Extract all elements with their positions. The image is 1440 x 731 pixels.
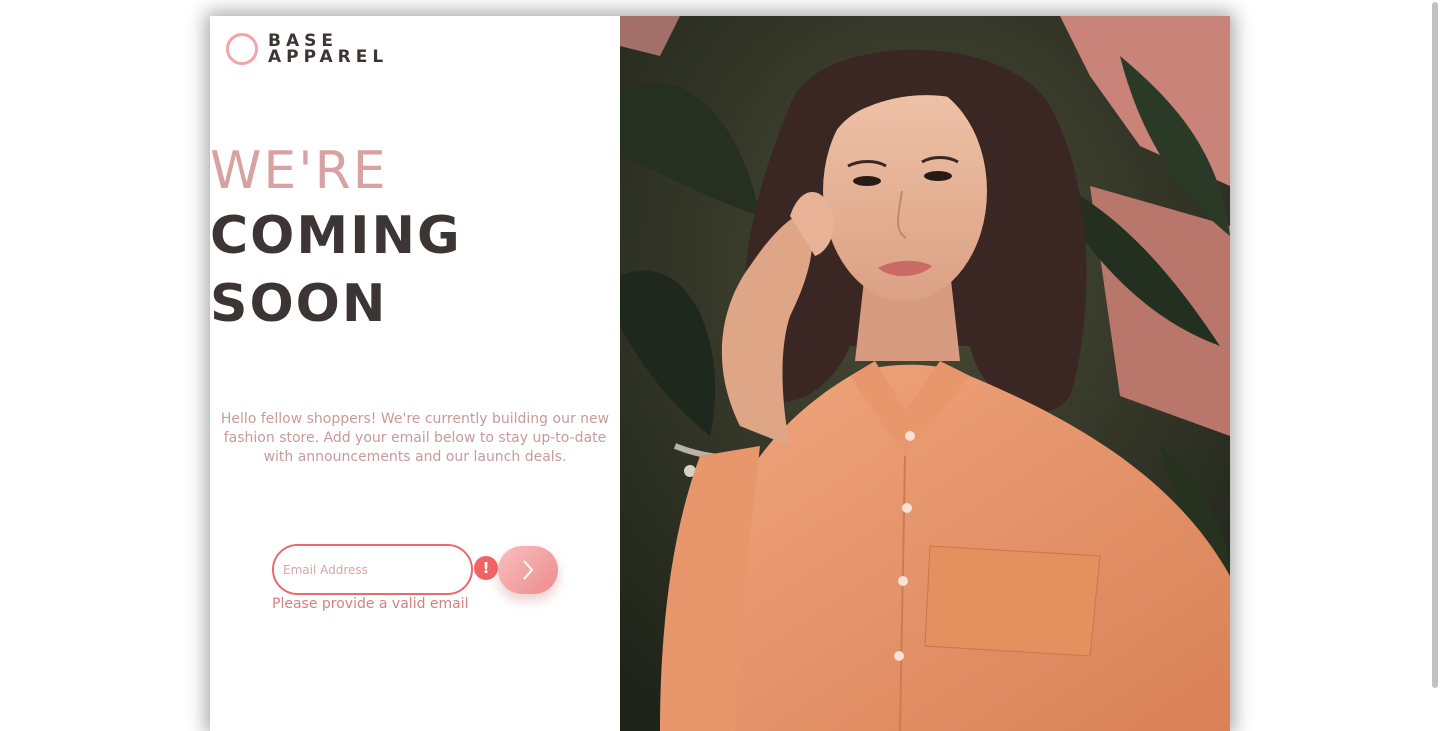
description: Hello fellow shoppers! We're currently b…: [220, 411, 610, 465]
headline-bold-line1: COMING: [210, 206, 462, 266]
headline-light: WE'RE: [210, 141, 388, 201]
email-signup-form: ! Please provide a valid email: [272, 544, 562, 624]
email-input[interactable]: [272, 544, 473, 595]
brand-name-line2: APPAREL: [268, 47, 389, 67]
error-icon: !: [474, 556, 498, 580]
error-message: Please provide a valid email: [272, 596, 469, 612]
headline-bold-line2: SOON: [210, 274, 388, 334]
logo-ring-icon: [226, 33, 258, 65]
page-scrollbar[interactable]: [1432, 2, 1438, 688]
hero-image: [620, 16, 1230, 731]
page-headline: WE'RE COMING SOON: [210, 140, 462, 338]
submit-button[interactable]: [498, 546, 558, 594]
brand-name: BASE APPAREL: [268, 33, 389, 67]
hero-photo: [620, 16, 1230, 731]
brand-logo[interactable]: BASE APPAREL: [226, 32, 388, 66]
chevron-right-icon: [523, 560, 534, 580]
left-panel: BASE APPAREL WE'RE COMING SOON Hello fel…: [210, 16, 620, 731]
coming-soon-card: BASE APPAREL WE'RE COMING SOON Hello fel…: [210, 16, 1230, 731]
